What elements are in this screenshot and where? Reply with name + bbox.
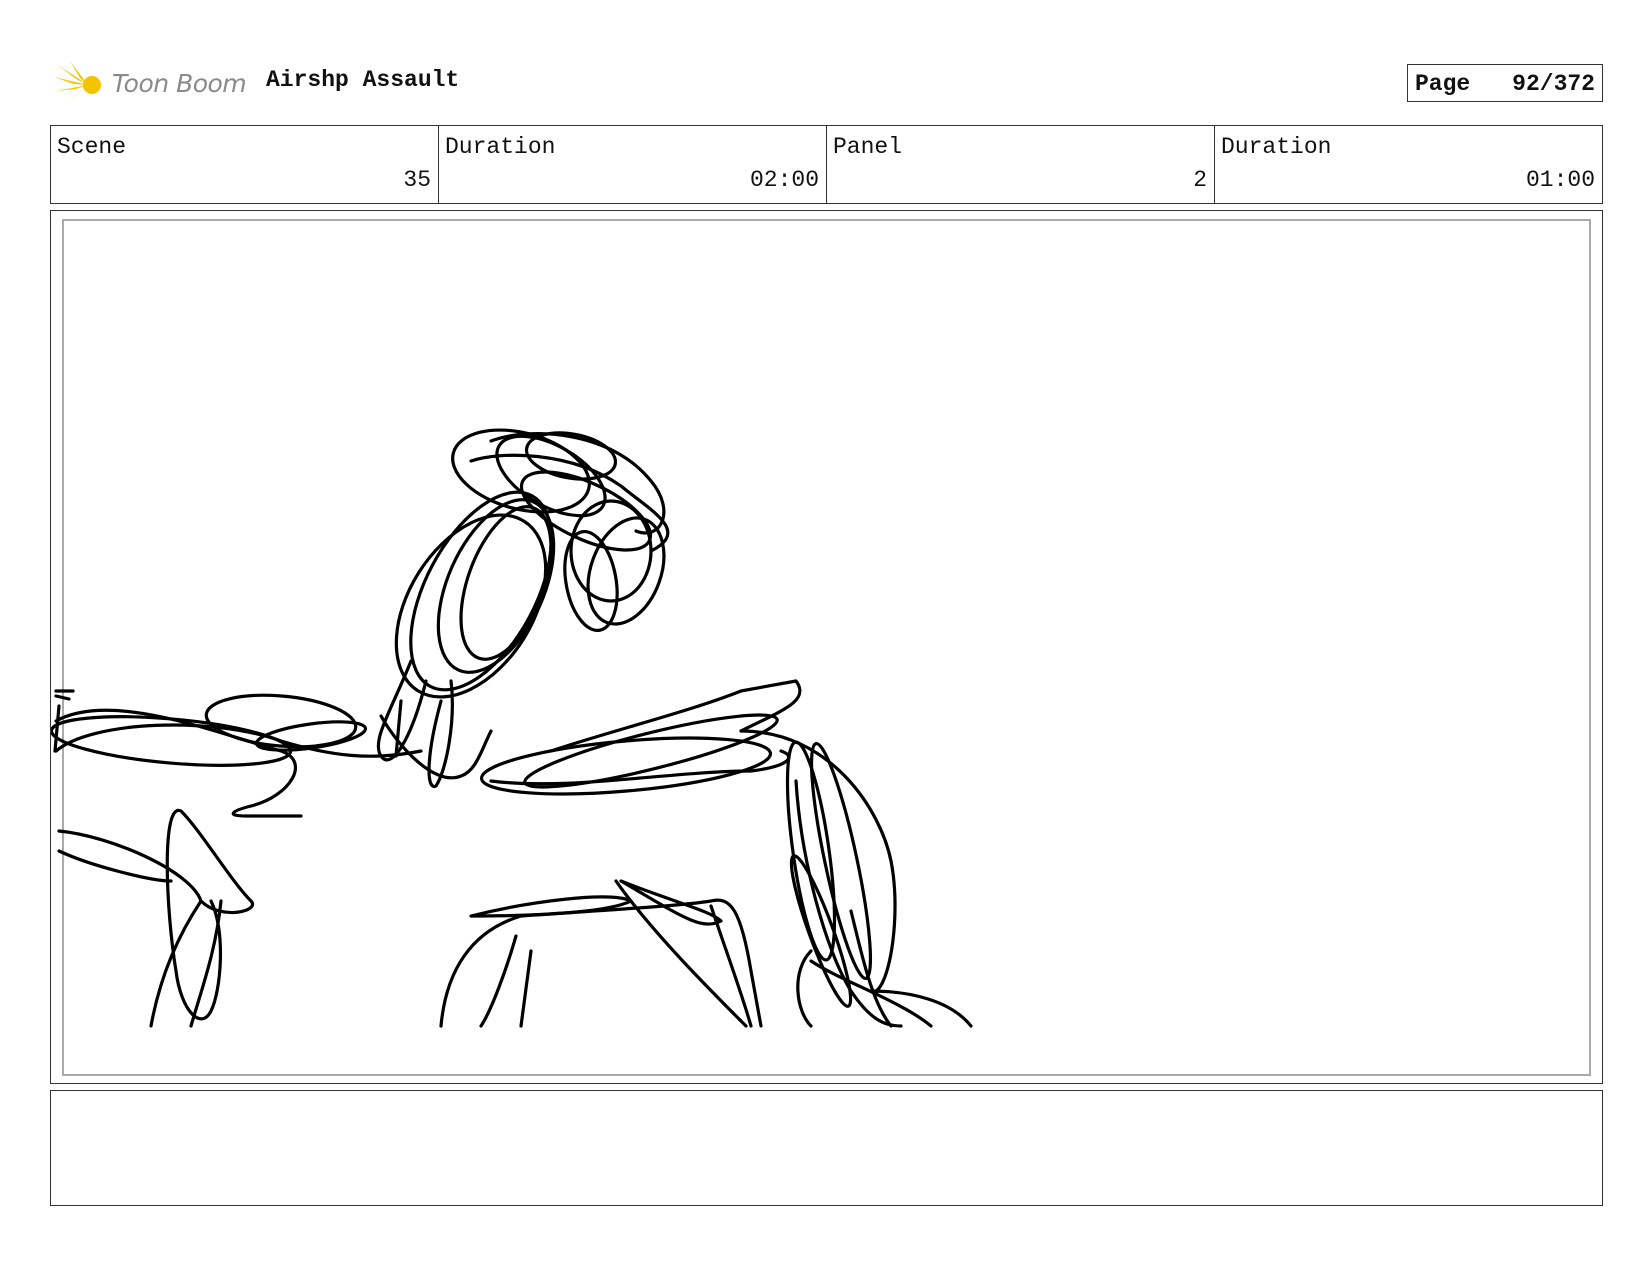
starburst-icon: [54, 61, 101, 107]
panel-cell: Panel 2: [827, 126, 1215, 203]
panel-notes-area[interactable]: [50, 1090, 1603, 1206]
storyboard-header: Toon Boom Airshp Assault Page 92/372: [50, 55, 1603, 113]
panel-duration-label: Duration: [1221, 134, 1332, 160]
scene-label: Scene: [57, 134, 127, 160]
panel-info-table: Scene 35 Duration 02:00 Panel 2 Duration…: [50, 125, 1603, 204]
scene-cell: Scene 35: [51, 126, 439, 203]
scene-duration-value: 02:00: [749, 167, 819, 193]
scene-duration-cell: Duration 02:00: [439, 126, 827, 203]
panel-label: Panel: [833, 134, 903, 160]
panel-value: 2: [1193, 167, 1207, 193]
scene-duration-label: Duration: [445, 134, 556, 160]
panel-image-frame: [50, 210, 1603, 1084]
page-number: 92/372: [1512, 71, 1595, 97]
scene-value: 35: [403, 167, 431, 193]
page-label: Page: [1415, 71, 1471, 97]
panel-duration-cell: Duration 01:00: [1215, 126, 1602, 203]
page-indicator: Page 92/372: [1407, 64, 1603, 102]
logo-text: Toon Boom: [112, 69, 247, 98]
panel-duration-value: 01:00: [1525, 167, 1595, 193]
toon-boom-logo: Toon Boom: [54, 59, 250, 111]
project-title: Airshp Assault: [266, 67, 460, 93]
rough-sketch-drawing: [51, 428, 973, 1028]
